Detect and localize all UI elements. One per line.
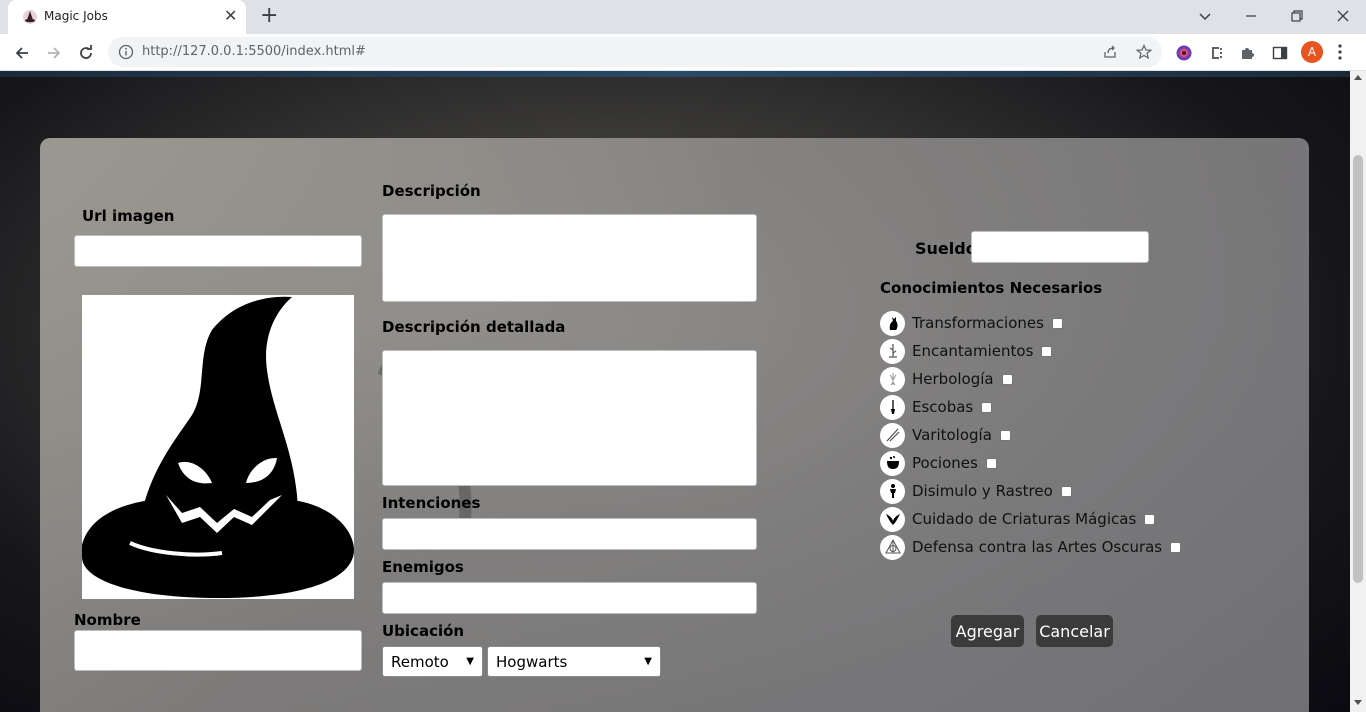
tab-title: Magic Jobs — [44, 9, 108, 23]
url-imagen-input[interactable] — [74, 235, 362, 267]
enemigos-input[interactable] — [382, 582, 757, 614]
skill-name: Transformaciones — [912, 314, 1044, 332]
restore-icon[interactable] — [1283, 4, 1311, 28]
skill-encantamientos: Encantamientos — [880, 338, 1053, 364]
cloaked-figure-icon — [880, 478, 905, 504]
tab-close-icon[interactable]: ✕ — [224, 7, 237, 25]
deathly-hallows-icon — [880, 534, 905, 560]
sueldo-input[interactable] — [971, 231, 1149, 263]
skill-name: Disimulo y Rastreo — [912, 482, 1053, 500]
job-image-preview — [82, 295, 354, 599]
intenciones-label: Intenciones — [382, 494, 481, 512]
browser-menu-icon[interactable] — [1332, 43, 1348, 61]
skill-pociones: Pociones — [880, 450, 997, 476]
skill-name: Cuidado de Criaturas Mágicas — [912, 510, 1137, 528]
extension-c-icon[interactable] — [1206, 43, 1226, 63]
ubicacion-modo-value: Remoto — [391, 652, 449, 671]
descripcion-detallada-label: Descripción detallada — [382, 318, 566, 336]
forward-arrow-icon[interactable] — [43, 42, 65, 64]
nombre-label: Nombre — [74, 611, 141, 629]
skill-checkbox[interactable] — [1041, 345, 1053, 357]
url-imagen-label: Url imagen — [82, 207, 175, 225]
descripcion-label: Descripción — [382, 182, 481, 200]
skill-disimulo-rastreo: Disimulo y Rastreo — [880, 478, 1072, 504]
close-window-icon[interactable] — [1329, 4, 1357, 28]
feather-icon — [880, 338, 905, 364]
chevron-down-icon: ▼ — [644, 656, 652, 667]
skill-defensa-artes-oscuras: Defensa contra las Artes Oscuras — [880, 534, 1182, 560]
minimize-icon[interactable] — [1237, 4, 1265, 28]
cancelar-button[interactable]: Cancelar — [1036, 615, 1113, 647]
bookmark-star-icon[interactable] — [1135, 43, 1153, 61]
share-icon[interactable] — [1101, 43, 1119, 61]
browser-toolbar: http://127.0.0.1:5500/index.html# — [0, 34, 1366, 70]
reload-icon[interactable] — [75, 42, 97, 64]
profile-avatar[interactable]: A — [1301, 41, 1323, 63]
skill-name: Herbología — [912, 370, 994, 388]
ubicacion-modo-select[interactable]: Remoto ▼ — [382, 646, 483, 677]
extension-color-icon[interactable] — [1174, 43, 1194, 63]
browser-tab[interactable]: Magic Jobs ✕ — [8, 0, 246, 34]
sorting-hat-favicon-icon — [23, 10, 37, 24]
mandrake-icon — [880, 366, 905, 392]
header-edge — [0, 71, 1350, 77]
skill-name: Pociones — [912, 454, 978, 472]
wand-icon — [880, 422, 905, 448]
skill-herbologia: Herbología — [880, 366, 1013, 392]
tab-strip: Magic Jobs ✕ + — [0, 0, 1366, 34]
skill-name: Varitología — [912, 426, 992, 444]
skill-checkbox[interactable] — [1051, 317, 1063, 329]
skill-checkbox[interactable] — [1144, 513, 1156, 525]
skill-checkbox[interactable] — [1060, 485, 1072, 497]
skill-checkbox[interactable] — [981, 401, 993, 413]
skill-varitologia: Varitología — [880, 422, 1011, 448]
skill-name: Defensa contra las Artes Oscuras — [912, 538, 1163, 556]
page-viewport: Url imagen Nombre Descripción Descripció… — [0, 71, 1350, 712]
descripcion-textarea[interactable] — [382, 214, 757, 302]
side-panel-icon[interactable] — [1270, 43, 1290, 63]
tab-search-chevron-icon[interactable] — [1191, 4, 1219, 28]
back-arrow-icon[interactable] — [11, 42, 33, 64]
new-tab-plus-icon[interactable]: + — [260, 5, 278, 27]
descripcion-detallada-textarea[interactable] — [382, 350, 757, 486]
sueldo-label: Sueldo — [915, 239, 977, 258]
url-text: http://127.0.0.1:5500/index.html# — [142, 44, 366, 59]
scroll-down-arrow-icon[interactable] — [1354, 700, 1362, 705]
skill-name: Encantamientos — [912, 342, 1034, 360]
broom-icon — [880, 394, 905, 420]
sorting-hat-icon — [82, 296, 354, 598]
extensions-puzzle-icon[interactable] — [1238, 43, 1258, 63]
skill-cuidado-criaturas: Cuidado de Criaturas Mágicas — [880, 506, 1156, 532]
scrollbar-thumb[interactable] — [1353, 155, 1363, 583]
intenciones-input[interactable] — [382, 518, 757, 550]
skill-checkbox[interactable] — [999, 429, 1011, 441]
hippogriff-icon — [880, 506, 905, 532]
conocimientos-label: Conocimientos Necesarios — [880, 279, 1103, 297]
chevron-down-icon: ▼ — [466, 656, 474, 667]
enemigos-label: Enemigos — [382, 558, 464, 576]
ubicacion-lugar-select[interactable]: Hogwarts ▼ — [487, 646, 661, 677]
skill-checkbox[interactable] — [1001, 373, 1013, 385]
skill-checkbox[interactable] — [985, 457, 997, 469]
scroll-up-arrow-icon[interactable] — [1354, 75, 1362, 80]
ubicacion-lugar-value: Hogwarts — [496, 652, 568, 671]
site-info-icon[interactable] — [118, 44, 134, 60]
skill-name: Escobas — [912, 398, 974, 416]
cauldron-icon — [880, 450, 905, 476]
page-scrollbar[interactable] — [1350, 71, 1366, 712]
agregar-button[interactable]: Agregar — [951, 615, 1024, 647]
cat-icon — [880, 310, 905, 336]
ubicacion-label: Ubicación — [382, 622, 465, 640]
nombre-input[interactable] — [74, 630, 362, 671]
skill-transformaciones: Transformaciones — [880, 310, 1063, 336]
address-bar[interactable]: http://127.0.0.1:5500/index.html# — [108, 37, 1162, 67]
skill-checkbox[interactable] — [1170, 541, 1182, 553]
skill-escobas: Escobas — [880, 394, 993, 420]
